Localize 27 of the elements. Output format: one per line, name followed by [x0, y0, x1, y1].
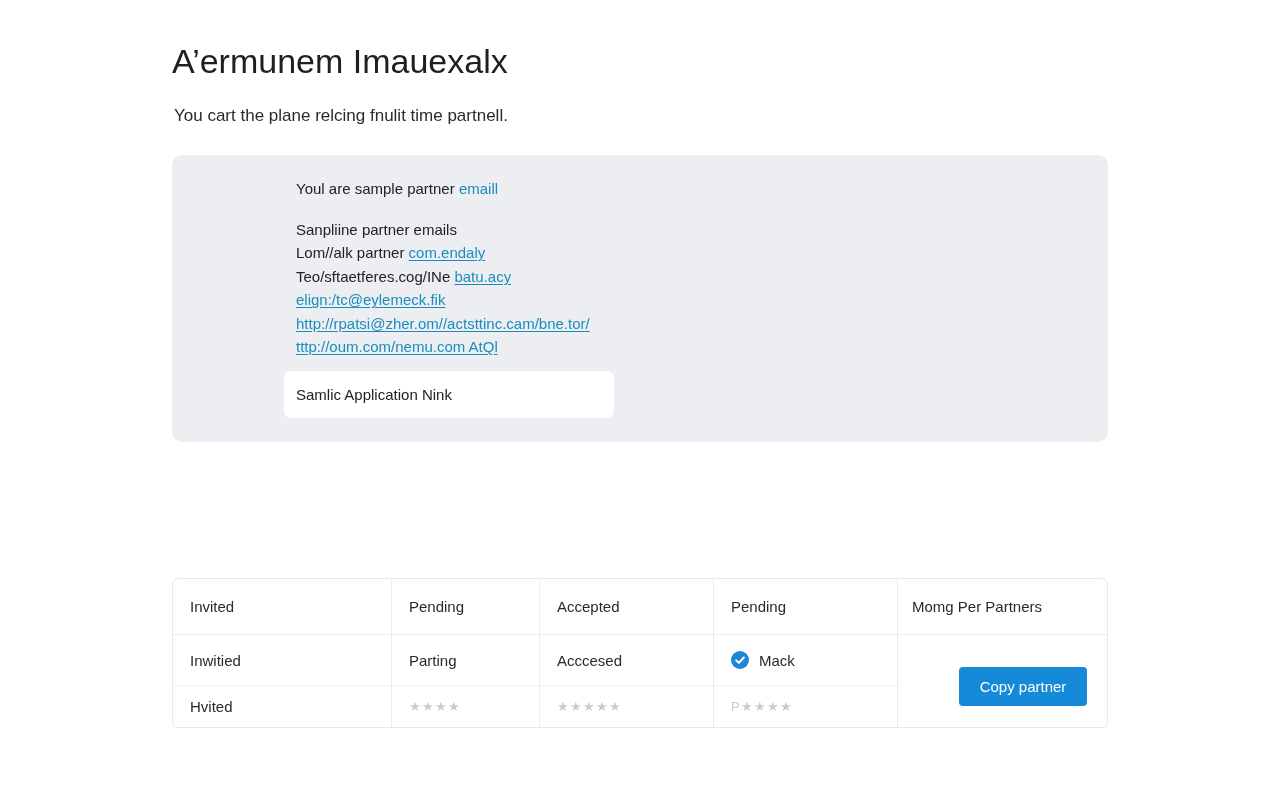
partner-link[interactable]: batu.acy	[454, 267, 512, 285]
partner-link[interactable]: elign:/tc@eylemeck.fik	[296, 291, 446, 309]
table-cell: Hvited	[173, 686, 392, 728]
table-cell: Inwitied	[173, 635, 392, 687]
partner-link[interactable]: com.endaly	[408, 244, 486, 262]
email-link[interactable]: emaill	[458, 180, 499, 197]
star-rating-text: ★★★★★	[540, 686, 714, 728]
intro-text: Youl are sample partner emaill	[295, 179, 499, 199]
page-title: A’ermunem Imauexalx	[172, 41, 508, 82]
column-header: Momg Per Partners	[898, 579, 1107, 636]
column-header: Invited	[173, 579, 392, 636]
check-circle-icon[interactable]	[731, 651, 749, 670]
partner-link[interactable]: http://rpatsi@zher.om//actsttinc.cam/bne.tor/	[296, 314, 590, 332]
column-header: Pending	[392, 579, 540, 636]
page-subtitle: You cart the plane relcing fnulit time partnell.	[174, 105, 508, 127]
partner-line: Sanpliine partner emails	[295, 220, 457, 240]
partner-line: Teo/sftaetferes.cog/INe batu.acy	[295, 266, 512, 287]
table-cell: Acccesed	[540, 635, 714, 687]
column-header: Pending	[714, 579, 898, 636]
star-rating-text: ★★★★	[392, 686, 540, 728]
table-cell: Parting	[392, 635, 540, 687]
copy-partner-button[interactable]: Copy partner	[959, 666, 1087, 706]
partner-line: Lom//alk partner com.endaly	[295, 243, 486, 264]
application-link-field[interactable]: Samlic Application Nink	[284, 371, 614, 419]
cell-text: Mack	[759, 651, 795, 669]
column-header: Accepted	[540, 579, 714, 636]
partner-link[interactable]: tttp://oum.com/nemu.com AtQl	[296, 338, 498, 356]
